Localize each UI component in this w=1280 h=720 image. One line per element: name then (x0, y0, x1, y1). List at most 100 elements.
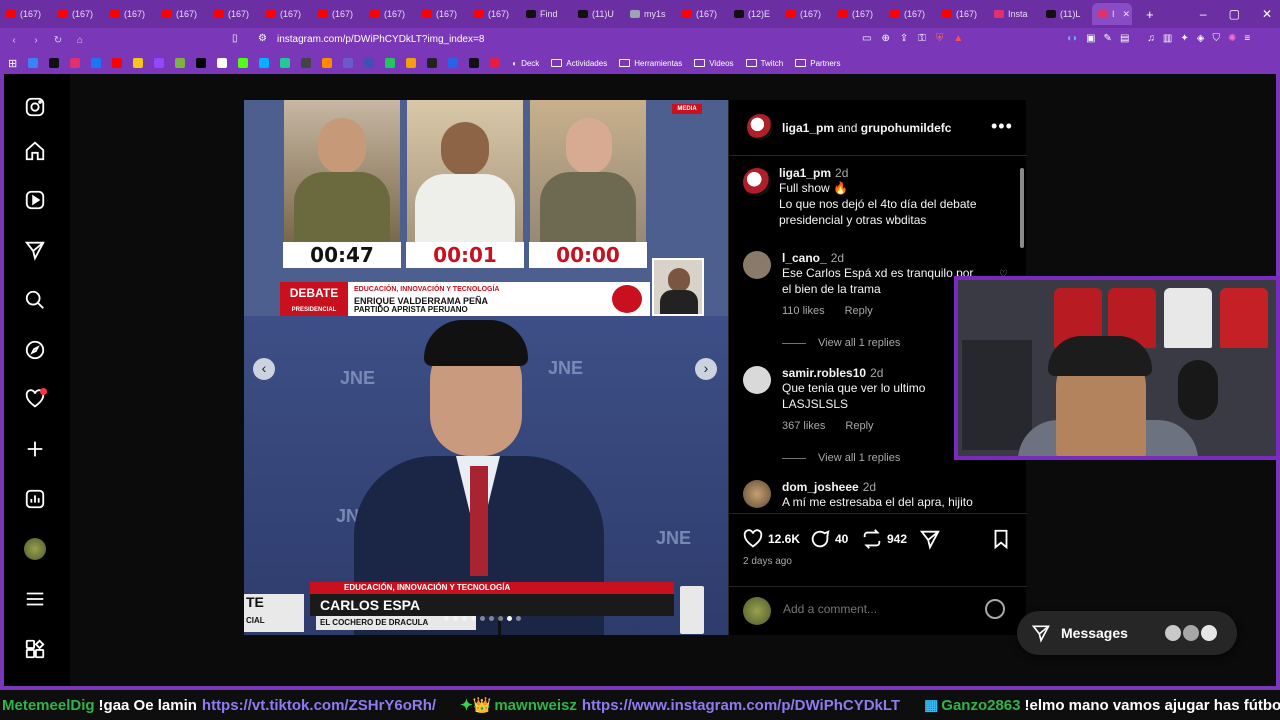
repost-button[interactable]: 942 (861, 528, 907, 550)
home-icon[interactable]: ⌂ (72, 35, 88, 46)
more-menu-icon[interactable] (24, 588, 46, 610)
carousel-prev-button[interactable]: ‹ (253, 358, 275, 380)
explore-icon[interactable] (24, 339, 46, 361)
key-icon[interactable]: ⚿ (918, 33, 926, 44)
zoom-icon[interactable]: ⊕ (881, 33, 889, 44)
active-tab[interactable]: I ✕ (1092, 3, 1132, 25)
bookmark-icon[interactable] (259, 58, 270, 68)
shield-icon[interactable]: ⛨ (936, 33, 944, 44)
author-avatar[interactable] (747, 114, 773, 140)
comment-username[interactable]: dom_josheee (782, 480, 859, 494)
bookmark-icon[interactable] (364, 58, 375, 68)
leo-icon[interactable]: ✺ (1228, 33, 1236, 44)
emoji-icon[interactable] (985, 599, 1005, 619)
bookmark-icon[interactable] (427, 58, 438, 68)
instagram-logo-icon[interactable] (24, 96, 46, 118)
caption-username[interactable]: liga1_pm (779, 166, 831, 180)
browser-tab[interactable]: (12)E (728, 3, 780, 25)
share-button[interactable] (919, 528, 941, 550)
browser-tab[interactable]: (167) (0, 3, 52, 25)
bookmark-icon[interactable] (385, 58, 396, 68)
puzzle-icon[interactable]: ✦ (1180, 33, 1188, 44)
share-icon[interactable]: ⇪ (900, 33, 908, 44)
also-from-meta-icon[interactable] (24, 638, 46, 660)
browser-tab[interactable]: my1s (624, 3, 676, 25)
shield-icon[interactable]: ⛉ (1212, 33, 1220, 44)
profile-avatar[interactable] (24, 538, 46, 560)
bookmark-icon[interactable] (217, 58, 228, 68)
bookmark-icon[interactable] (469, 58, 480, 68)
apps-icon[interactable]: ⊞ (8, 57, 17, 70)
bookmark-icon[interactable] (322, 58, 333, 68)
vpn-icon[interactable]: ◈ (1197, 33, 1205, 44)
more-options-button[interactable]: ••• (991, 116, 1013, 137)
comment-reply-button[interactable]: Reply (845, 420, 873, 432)
home-icon[interactable] (24, 140, 46, 162)
author-username[interactable]: liga1_pm (782, 121, 834, 135)
bookmark-deck[interactable]: ◐ Deck (512, 59, 539, 68)
bookmark-icon[interactable] (133, 58, 144, 68)
post-timestamp[interactable]: 2 days ago (743, 556, 792, 567)
view-replies-button[interactable]: View all 1 replies (782, 337, 900, 349)
bookmark-folder-actividades[interactable]: Actividades (551, 59, 607, 68)
browser-tab[interactable]: (167) (208, 3, 260, 25)
browser-tab[interactable]: (167) (104, 3, 156, 25)
comment-reply-button[interactable]: Reply (845, 305, 873, 317)
add-comment-input[interactable] (783, 602, 983, 616)
bookmark-icon[interactable] (490, 58, 501, 68)
browser-tab[interactable]: Find (520, 3, 572, 25)
view-replies-button[interactable]: View all 1 replies (782, 452, 900, 464)
wallet-icon[interactable]: ▥ (1163, 33, 1172, 44)
commenter-avatar[interactable] (743, 366, 771, 394)
extension-icon[interactable]: ▤ (1120, 33, 1129, 44)
comment-username[interactable]: samir.robles10 (782, 366, 866, 380)
commenter-avatar[interactable] (743, 480, 771, 508)
dashboard-icon[interactable] (24, 488, 46, 510)
browser-tab[interactable]: (167) (468, 3, 520, 25)
bookmark-icon[interactable] (175, 58, 186, 68)
bookmark-icon[interactable] (280, 58, 291, 68)
author-avatar[interactable] (743, 168, 771, 196)
direct-message-icon[interactable] (24, 239, 46, 261)
bookmark-folder-twitch[interactable]: Twitch (745, 59, 783, 68)
bookmark-folder-partners[interactable]: Partners (795, 59, 840, 68)
browser-tab[interactable]: (167) (676, 3, 728, 25)
carousel-next-button[interactable]: › (695, 358, 717, 380)
site-info-icon[interactable]: ⚙ (258, 33, 267, 44)
create-icon[interactable] (24, 438, 46, 460)
browser-tab[interactable]: (11)L (1040, 3, 1092, 25)
search-icon[interactable] (24, 289, 46, 311)
browser-tab[interactable]: Insta (988, 3, 1040, 25)
kick-icon[interactable] (238, 58, 249, 68)
bookmark-folder-videos[interactable]: Videos (694, 59, 734, 68)
bookmark-icon[interactable] (154, 58, 165, 68)
rewards-icon[interactable]: ▲ (953, 33, 963, 44)
scrollbar-thumb[interactable] (1020, 168, 1024, 248)
messages-button[interactable]: Messages (1017, 611, 1237, 655)
bookmark-icon[interactable] (406, 58, 417, 68)
browser-tab[interactable]: (167) (780, 3, 832, 25)
chat-link[interactable]: https://vt.tiktok.com/ZSHrY6oRh/ (202, 697, 436, 714)
menu-icon[interactable]: ≡ (1244, 33, 1250, 44)
coauthor-username[interactable]: grupohumildefc (861, 121, 952, 135)
browser-tab[interactable]: (11)U (572, 3, 624, 25)
chat-link[interactable]: https://www.instagram.com/p/DWiPhCYDkLT (582, 697, 900, 714)
tiktok-icon[interactable] (49, 58, 60, 68)
bookmark-icon[interactable] (301, 58, 312, 68)
back-icon[interactable]: ‹ (6, 35, 22, 46)
x-icon[interactable] (196, 58, 207, 68)
reels-icon[interactable] (24, 189, 46, 211)
reload-icon[interactable]: ↻ (50, 35, 66, 46)
music-icon[interactable]: ♫ (1147, 33, 1155, 44)
facebook-icon[interactable] (91, 58, 102, 68)
comment-button[interactable]: 40 (809, 528, 848, 550)
like-button[interactable]: 12.6K (742, 528, 800, 550)
maximize-icon[interactable]: ▢ (1229, 7, 1240, 21)
commenter-avatar[interactable] (743, 251, 771, 279)
bookmark-icon[interactable] (343, 58, 354, 68)
extension-icon[interactable]: ✎ (1104, 33, 1112, 44)
bookmark-icon[interactable] (448, 58, 459, 68)
instagram-icon[interactable] (70, 58, 81, 68)
extension-icon[interactable]: ▣ (1086, 33, 1095, 44)
youtube-icon[interactable] (112, 58, 123, 68)
